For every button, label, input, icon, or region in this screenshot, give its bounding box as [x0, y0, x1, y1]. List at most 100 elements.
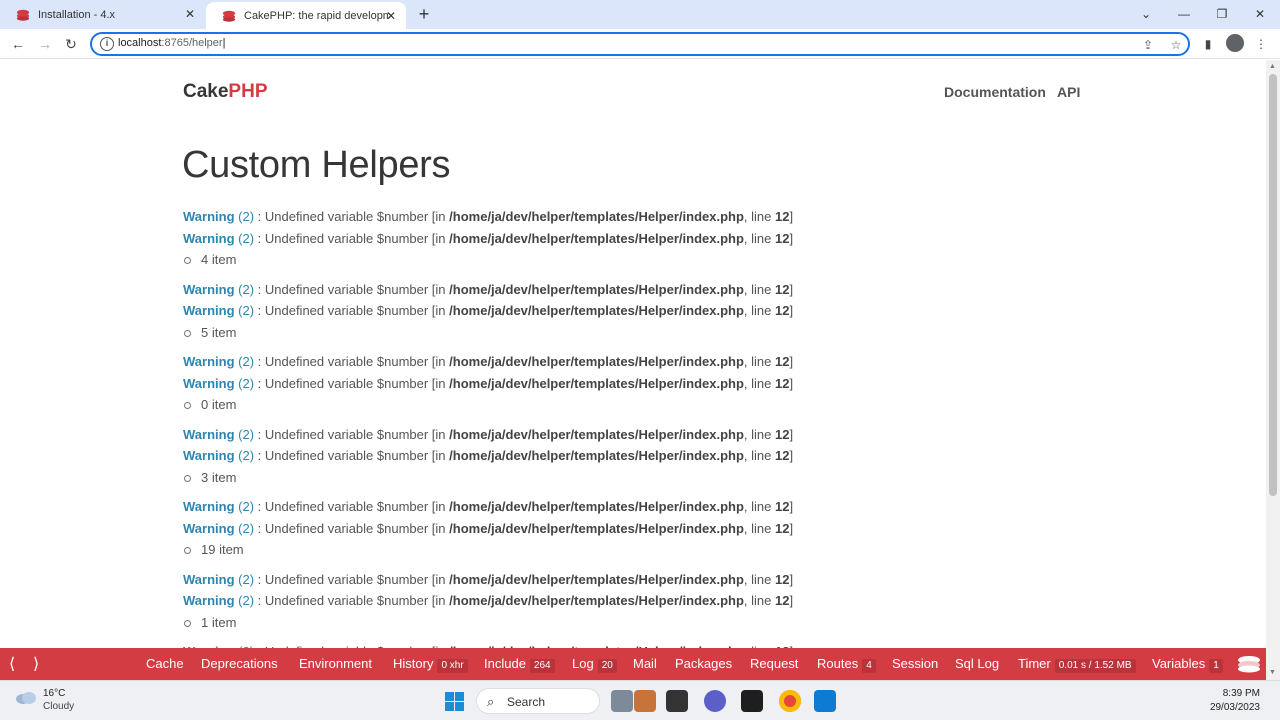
- list-item: 4 item: [183, 249, 1083, 271]
- list-item: 3 item: [183, 467, 1083, 489]
- vscode-icon[interactable]: [814, 690, 836, 712]
- new-tab-icon[interactable]: +: [414, 5, 434, 25]
- tab-installation[interactable]: Installation - 4.x ✕: [0, 0, 205, 29]
- warning-label[interactable]: Warning: [183, 282, 235, 297]
- list-item: 19 item: [183, 539, 1083, 561]
- debugkit-panel-cache[interactable]: Cache: [146, 656, 184, 671]
- forward-icon[interactable]: →: [35, 34, 55, 54]
- scrollbar-thumb[interactable]: [1269, 74, 1277, 496]
- warning-code: (2): [238, 354, 255, 369]
- warning-list: Warning (2) : Undefined variable $number…: [183, 206, 1083, 648]
- warning-code: (2): [238, 209, 255, 224]
- teams-chat-icon[interactable]: [704, 690, 726, 712]
- tab-title: Installation - 4.x: [38, 8, 116, 21]
- warning-code: (2): [238, 499, 255, 514]
- warning-label[interactable]: Warning: [183, 521, 235, 536]
- warning-line-number: 12: [774, 281, 790, 297]
- debugkit-panel-routes[interactable]: Routes 4: [817, 656, 876, 673]
- warning-label[interactable]: Warning: [183, 427, 235, 442]
- warning-code: (2): [238, 230, 255, 246]
- side-panel-icon[interactable]: ▮: [1199, 35, 1217, 53]
- debugkit-cake-logo-icon[interactable]: [1237, 655, 1261, 673]
- page-title: Custom Helpers: [182, 144, 451, 186]
- debugkit-next-icon[interactable]: ⟩: [33, 654, 39, 674]
- taskbar-search[interactable]: ⌕ Search: [476, 688, 600, 714]
- site-logo[interactable]: CakePHP: [183, 81, 268, 103]
- minimize-icon[interactable]: —: [1172, 4, 1196, 24]
- page-scrollbar[interactable]: ▲ ▼: [1266, 60, 1280, 680]
- warning-line-number: 12: [774, 230, 790, 246]
- warning-file: /home/ja/dev/helper/templates/Helper/ind…: [449, 209, 744, 224]
- reload-icon[interactable]: ↻: [61, 34, 81, 54]
- tab-search-chevron-icon[interactable]: ⌄: [1134, 4, 1158, 24]
- warning-label[interactable]: Warning: [183, 231, 235, 246]
- warning-label[interactable]: Warning: [183, 303, 235, 318]
- file-explorer-icon[interactable]: [634, 690, 656, 712]
- browser-toolbar: ← → ↻ i localhost:8765/helper| ⇪ ☆ ▮ ⋮: [0, 29, 1280, 59]
- debugkit-panel-include[interactable]: Include 264: [484, 656, 555, 673]
- list-item: 5 item: [183, 322, 1083, 344]
- maximize-icon[interactable]: ❐: [1210, 4, 1234, 24]
- nav-api-link[interactable]: API: [1057, 84, 1080, 100]
- debugkit-prev-icon[interactable]: ⟨: [9, 654, 15, 674]
- debugkit-panel-mail[interactable]: Mail: [633, 656, 657, 671]
- nav-documentation-link[interactable]: Documentation: [944, 84, 1046, 100]
- bookmark-star-icon[interactable]: ☆: [1168, 37, 1184, 53]
- warning-file: /home/ja/dev/helper/templates/Helper/ind…: [449, 571, 744, 587]
- task-view-icon[interactable]: [611, 690, 633, 712]
- warning-message: Warning (2) : Undefined variable $number…: [183, 303, 794, 318]
- browser-tabstrip: Installation - 4.x ✕ CakePHP: the rapid …: [0, 0, 1280, 29]
- warning-label[interactable]: Warning: [183, 354, 235, 369]
- warning-group: Warning (2) : Undefined variable $number…: [183, 279, 1083, 344]
- chrome-icon[interactable]: [779, 690, 801, 712]
- debugkit-panel-history[interactable]: History 0 xhr: [393, 656, 468, 673]
- debugkit-badge: 0 xhr: [437, 659, 468, 673]
- warning-label[interactable]: Warning: [183, 593, 235, 608]
- debugkit-panel-request[interactable]: Request: [750, 656, 798, 671]
- warning-label[interactable]: Warning: [183, 376, 235, 391]
- debugkit-panel-log[interactable]: Log 20: [572, 656, 617, 673]
- warning-label[interactable]: Warning: [183, 448, 235, 463]
- warning-label[interactable]: Warning: [183, 572, 235, 587]
- site-info-icon[interactable]: i: [100, 37, 114, 51]
- windows-start-icon[interactable]: [445, 692, 464, 711]
- browser-menu-icon[interactable]: ⋮: [1252, 35, 1270, 53]
- warning-message: Warning (2) : Undefined variable $number…: [183, 520, 794, 536]
- search-icon: ⌕: [487, 694, 495, 709]
- warning-file: /home/ja/dev/helper/templates/Helper/ind…: [449, 375, 744, 391]
- debugkit-panel-sql-log[interactable]: Sql Log: [955, 656, 999, 671]
- taskbar-app-icon[interactable]: [666, 690, 688, 712]
- warning-file: /home/ja/dev/helper/templates/Helper/ind…: [449, 230, 744, 246]
- weather-temp: 16°C: [43, 688, 66, 699]
- debugkit-panel-deprecations[interactable]: Deprecations: [201, 656, 278, 671]
- profile-avatar[interactable]: [1226, 34, 1244, 52]
- tab-close-icon[interactable]: ✕: [183, 7, 197, 21]
- warning-line-number: 12: [774, 426, 790, 442]
- debugkit-badge: 264: [529, 659, 555, 673]
- terminal-icon[interactable]: [741, 690, 763, 712]
- cakephp-favicon-icon: [222, 10, 236, 22]
- warning-line-number: 12: [774, 520, 790, 536]
- tab-cakephp-active[interactable]: CakePHP: the rapid development php frame…: [206, 2, 406, 29]
- share-icon[interactable]: ⇪: [1140, 37, 1156, 53]
- address-url[interactable]: localhost:8765/helper|: [118, 37, 225, 49]
- tab-close-icon[interactable]: ✕: [384, 9, 398, 23]
- debugkit-panel-session[interactable]: Session: [892, 656, 938, 671]
- scroll-up-icon[interactable]: ▲: [1269, 63, 1276, 70]
- debugkit-panel-timer[interactable]: Timer 0.01 s / 1.52 MB: [1018, 656, 1136, 673]
- scroll-down-icon[interactable]: ▼: [1269, 669, 1276, 676]
- clock-date[interactable]: 29/03/2023: [1210, 702, 1260, 713]
- debugkit-panel-environment[interactable]: Environment: [299, 656, 372, 671]
- warning-label[interactable]: Warning: [183, 209, 235, 224]
- back-icon[interactable]: ←: [8, 34, 28, 54]
- cloud-weather-icon[interactable]: [15, 689, 37, 705]
- debugkit-panel-variables[interactable]: Variables 1: [1152, 656, 1223, 673]
- cakephp-favicon-icon: [16, 9, 30, 21]
- warning-label[interactable]: Warning: [183, 499, 235, 514]
- debugkit-toolbar: ⟨ ⟩ Cache Deprecations Environment History 0…: [0, 648, 1266, 680]
- debugkit-panel-packages[interactable]: Packages: [675, 656, 732, 671]
- clock-time[interactable]: 8:39 PM: [1223, 688, 1260, 699]
- debugkit-badge: 4: [862, 659, 876, 673]
- address-bar[interactable]: i localhost:8765/helper| ⇪ ☆: [90, 32, 1190, 56]
- window-close-icon[interactable]: ✕: [1248, 4, 1272, 24]
